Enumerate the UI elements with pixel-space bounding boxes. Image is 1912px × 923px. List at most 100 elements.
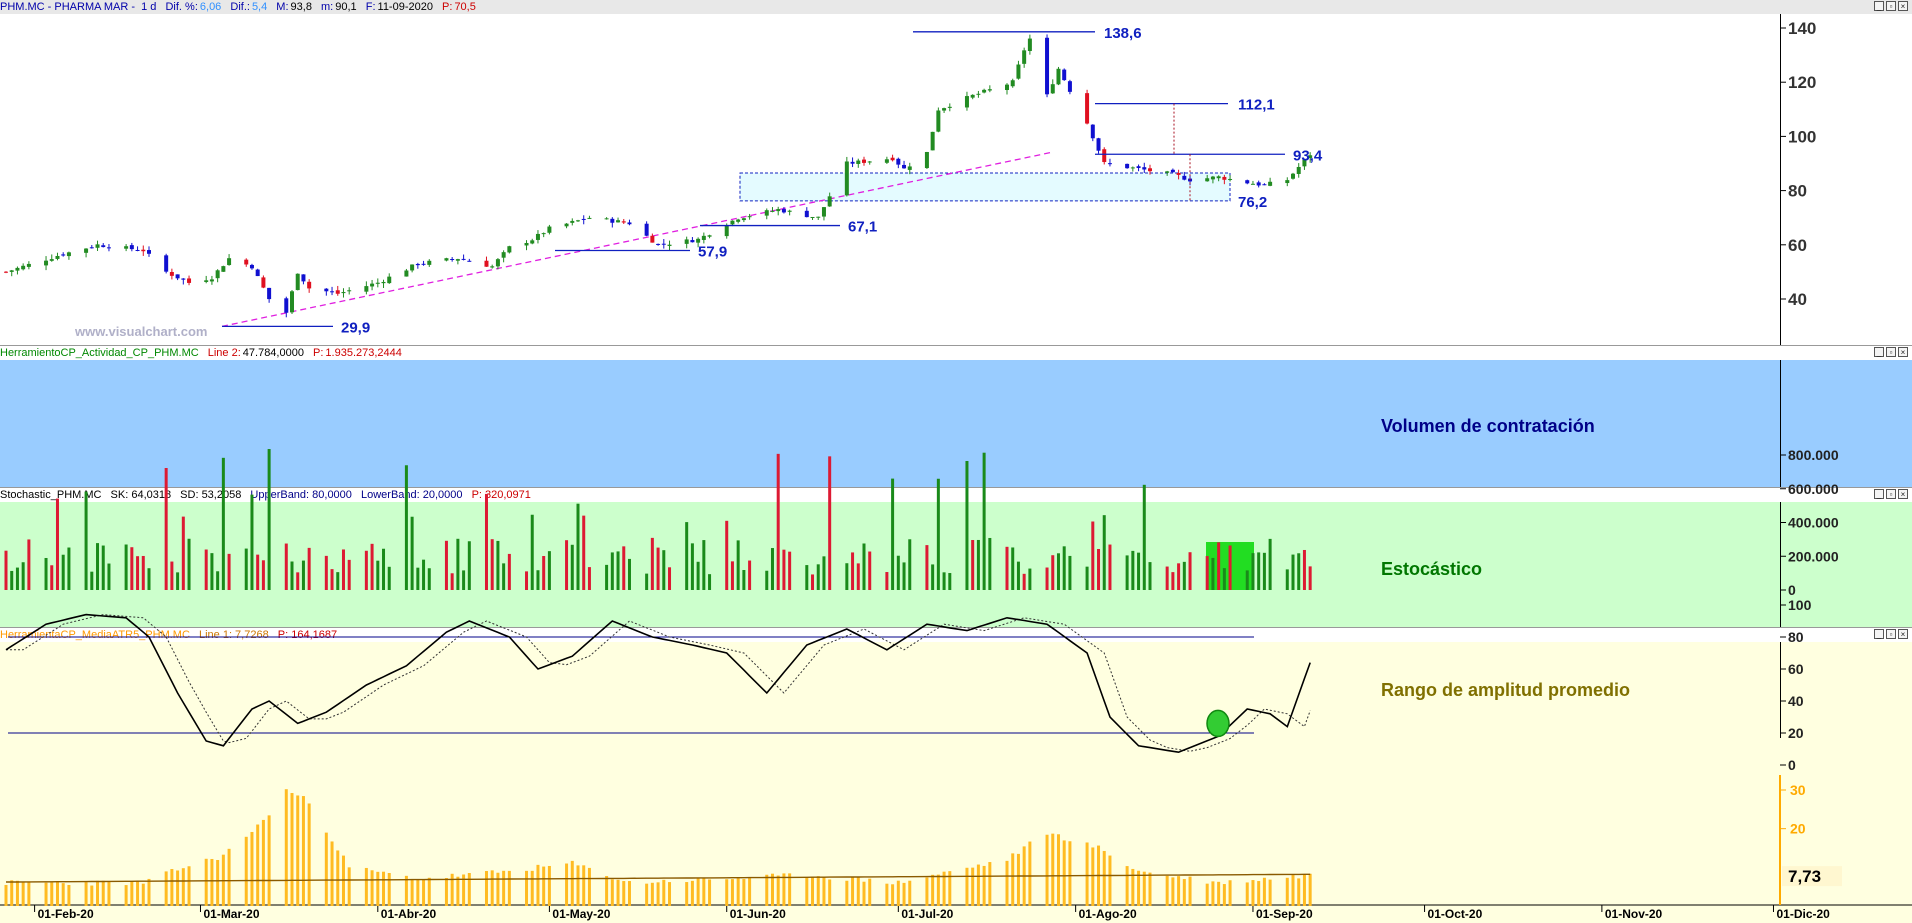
volume-bar xyxy=(164,468,168,590)
volume-bar xyxy=(770,548,774,590)
candle-body xyxy=(175,274,180,279)
candle-body xyxy=(1027,38,1032,52)
volume-bar xyxy=(130,547,134,590)
candle-body xyxy=(44,260,49,266)
candle-body xyxy=(907,166,912,170)
volume-bar xyxy=(1308,566,1312,590)
volume-bar xyxy=(587,567,591,590)
candle-body xyxy=(644,223,649,236)
candle-body xyxy=(547,226,552,233)
candle-body xyxy=(49,259,54,261)
atr-bar xyxy=(616,879,620,906)
volume-bar xyxy=(462,570,466,590)
volume-bar xyxy=(422,559,426,590)
atr-bar xyxy=(1268,879,1272,906)
candle-body xyxy=(604,218,609,220)
volume-bar xyxy=(1016,561,1020,590)
atr-bar xyxy=(1297,878,1301,906)
candle-body xyxy=(410,264,415,271)
volume-bar xyxy=(387,566,391,590)
atr-bar xyxy=(748,877,752,906)
volume-bar xyxy=(256,554,260,590)
volume-bar xyxy=(1302,549,1306,590)
volume-bar xyxy=(427,568,431,590)
volume-bar xyxy=(582,515,586,590)
atr-bar xyxy=(267,815,271,906)
candle-body xyxy=(26,263,31,267)
candle-body xyxy=(1222,176,1227,180)
volume-bar xyxy=(404,465,408,590)
atr-bar xyxy=(896,880,900,906)
atr-bar xyxy=(1028,841,1032,906)
x-axis-tick-label: 01-Sep-20 xyxy=(1256,907,1313,921)
atr-bar xyxy=(1177,876,1181,906)
atr-bar xyxy=(662,879,666,906)
volume-bar xyxy=(1062,546,1066,590)
atr-bar xyxy=(1171,877,1175,906)
price-axis-label: 120 xyxy=(1788,73,1816,92)
volume-bar xyxy=(244,548,248,590)
volume-bar xyxy=(250,494,254,590)
atr-bar xyxy=(1285,877,1289,906)
candle-body xyxy=(667,244,672,246)
atr-bar xyxy=(605,876,609,906)
volume-bar xyxy=(1085,566,1089,590)
atr-bar xyxy=(96,880,100,906)
volume-bar xyxy=(605,564,609,590)
volume-bar xyxy=(765,570,769,590)
candle-body xyxy=(696,238,701,243)
atr-bar xyxy=(1222,884,1226,906)
candle-body xyxy=(942,108,947,111)
atr-bar xyxy=(290,793,294,906)
atr-axis-label: 20 xyxy=(1790,821,1806,837)
volume-bar xyxy=(650,537,654,590)
candle-body xyxy=(141,249,146,252)
volume-bar xyxy=(811,574,815,590)
atr-bar xyxy=(4,884,8,906)
volume-bar xyxy=(216,571,220,590)
atr-bar xyxy=(902,882,906,906)
atr-bar xyxy=(708,879,712,906)
volume-bar xyxy=(822,556,826,590)
candle-body xyxy=(89,247,94,249)
volume-bar xyxy=(1291,554,1295,590)
volume-bar xyxy=(204,549,208,590)
volume-bar xyxy=(942,572,946,590)
atr-bar xyxy=(301,796,305,906)
atr-bar xyxy=(10,880,14,906)
candle-body xyxy=(576,220,580,222)
atr-bar xyxy=(1068,841,1072,906)
candle-body xyxy=(1228,178,1233,180)
candle-body xyxy=(164,255,169,272)
volume-bar xyxy=(1068,555,1072,590)
atr-bar xyxy=(1045,834,1049,906)
atr-bar xyxy=(336,850,340,906)
atr-bar xyxy=(736,878,740,906)
atr-bar xyxy=(685,882,689,906)
volume-bar xyxy=(988,537,992,590)
volume-bar xyxy=(828,456,832,590)
atr-bar xyxy=(1056,834,1060,906)
candle-body xyxy=(1268,181,1273,186)
volume-bar xyxy=(10,570,14,590)
atr-bar xyxy=(645,883,649,906)
volume-bar xyxy=(1217,542,1221,590)
candle-body xyxy=(450,259,455,261)
atr-bar xyxy=(456,876,460,906)
level-label: 93,4 xyxy=(1293,147,1323,164)
candle-body xyxy=(324,288,329,292)
volume-bar xyxy=(1108,544,1112,590)
atr-bar xyxy=(1262,877,1266,906)
atr-bar xyxy=(725,879,729,906)
candle-body xyxy=(284,298,289,313)
volume-bar xyxy=(210,553,214,590)
atr-bar xyxy=(1137,870,1141,906)
candle-body xyxy=(896,158,901,165)
volume-bar xyxy=(330,569,334,590)
atr-bar xyxy=(444,878,448,906)
atr-bar xyxy=(988,862,992,906)
atr-bar xyxy=(668,882,672,906)
volume-bar xyxy=(570,544,574,590)
atr-bar xyxy=(284,789,288,906)
atr-bar xyxy=(44,882,48,906)
